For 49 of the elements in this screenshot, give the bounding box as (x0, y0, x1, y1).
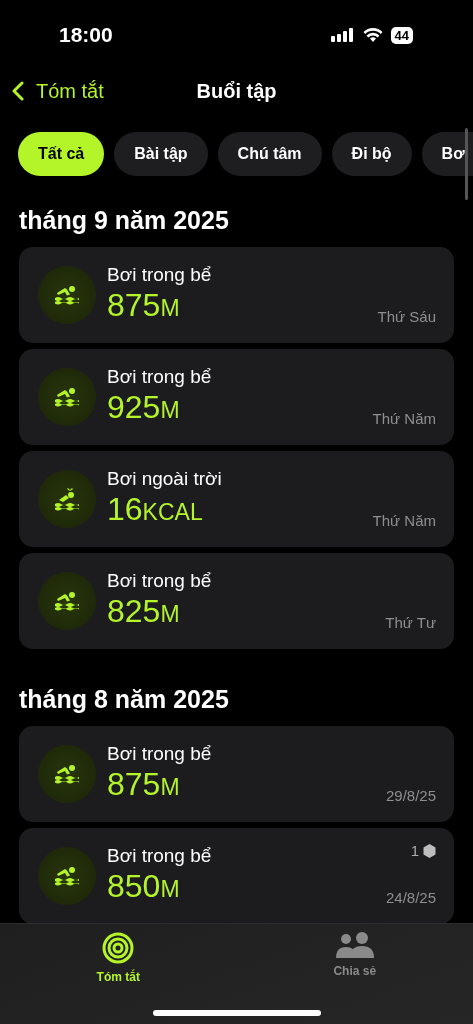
swimmer-icon (54, 866, 80, 886)
swimmer-icon (54, 764, 80, 784)
award-count: 1 (410, 842, 419, 859)
workout-metric: 825M (107, 591, 181, 631)
filter-chip[interactable]: Tất cả (18, 132, 105, 176)
workout-date: Thứ Năm (372, 512, 436, 529)
swimmer-icon (54, 591, 80, 611)
workout-metric: 850M (107, 866, 181, 906)
swimmer-icon (54, 285, 80, 305)
section-heading: tháng 8 năm 2025 (19, 684, 230, 715)
workout-date: Thứ Sáu (377, 308, 436, 325)
workout-date: 29/8/25 (385, 787, 436, 804)
battery-indicator: 44 (390, 26, 413, 44)
workout-date: Thứ Năm (372, 410, 436, 427)
hexagon-icon (423, 843, 436, 858)
tab-item[interactable]: Tóm tắt (0, 924, 237, 985)
tab-item[interactable]: Chia sẻ (236, 924, 473, 985)
workout-name: Bơi trong bể (107, 263, 213, 286)
workout-metric: 16KCAL (107, 489, 204, 529)
chevron-left-icon (12, 81, 24, 101)
people-icon (335, 932, 374, 958)
filter-chip[interactable]: Đi bộ (331, 132, 412, 176)
swimmer-icon (54, 487, 80, 511)
workout-metric: 875M (107, 764, 181, 804)
section-heading: tháng 9 năm 2025 (19, 205, 230, 236)
workout-card[interactable]: Bơi trong bể 825M Thứ Tư (19, 553, 454, 649)
page-title: Buổi tập (196, 79, 277, 103)
workout-card[interactable]: Bơi trong bể 875M Thứ Sáu (19, 247, 454, 343)
workout-metric: 875M (107, 285, 181, 325)
workout-card[interactable]: Bơi trong bể 925M Thứ Năm (19, 349, 454, 445)
back-button[interactable]: Tóm tắt (0, 79, 104, 103)
workout-card[interactable]: Bơi trong bể 875M 29/8/25 (19, 726, 454, 822)
filter-chip[interactable]: Chú tâm (217, 132, 322, 176)
wifi-icon (362, 28, 383, 42)
rings-icon (102, 932, 135, 964)
workout-date: Thứ Tư (385, 614, 436, 631)
status-time: 18:00 (59, 23, 113, 47)
workout-name: Bơi trong bể (107, 569, 213, 592)
workout-card[interactable]: Bơi trong bể 850M 1 24/8/25 (19, 828, 454, 924)
workout-name: Bơi ngoài trời (107, 467, 223, 490)
workout-name: Bơi trong bể (107, 742, 213, 765)
swimmer-icon (54, 387, 80, 407)
workout-name: Bơi trong bể (107, 844, 213, 867)
workout-card[interactable]: Bơi ngoài trời 16KCAL Thứ Năm (19, 451, 454, 547)
signal-icon (330, 28, 355, 42)
filter-chip[interactable]: Bài tập (114, 132, 208, 176)
workout-metric: 925M (107, 387, 181, 427)
workout-date: 24/8/25 (385, 889, 436, 906)
workout-name: Bơi trong bể (107, 365, 213, 388)
